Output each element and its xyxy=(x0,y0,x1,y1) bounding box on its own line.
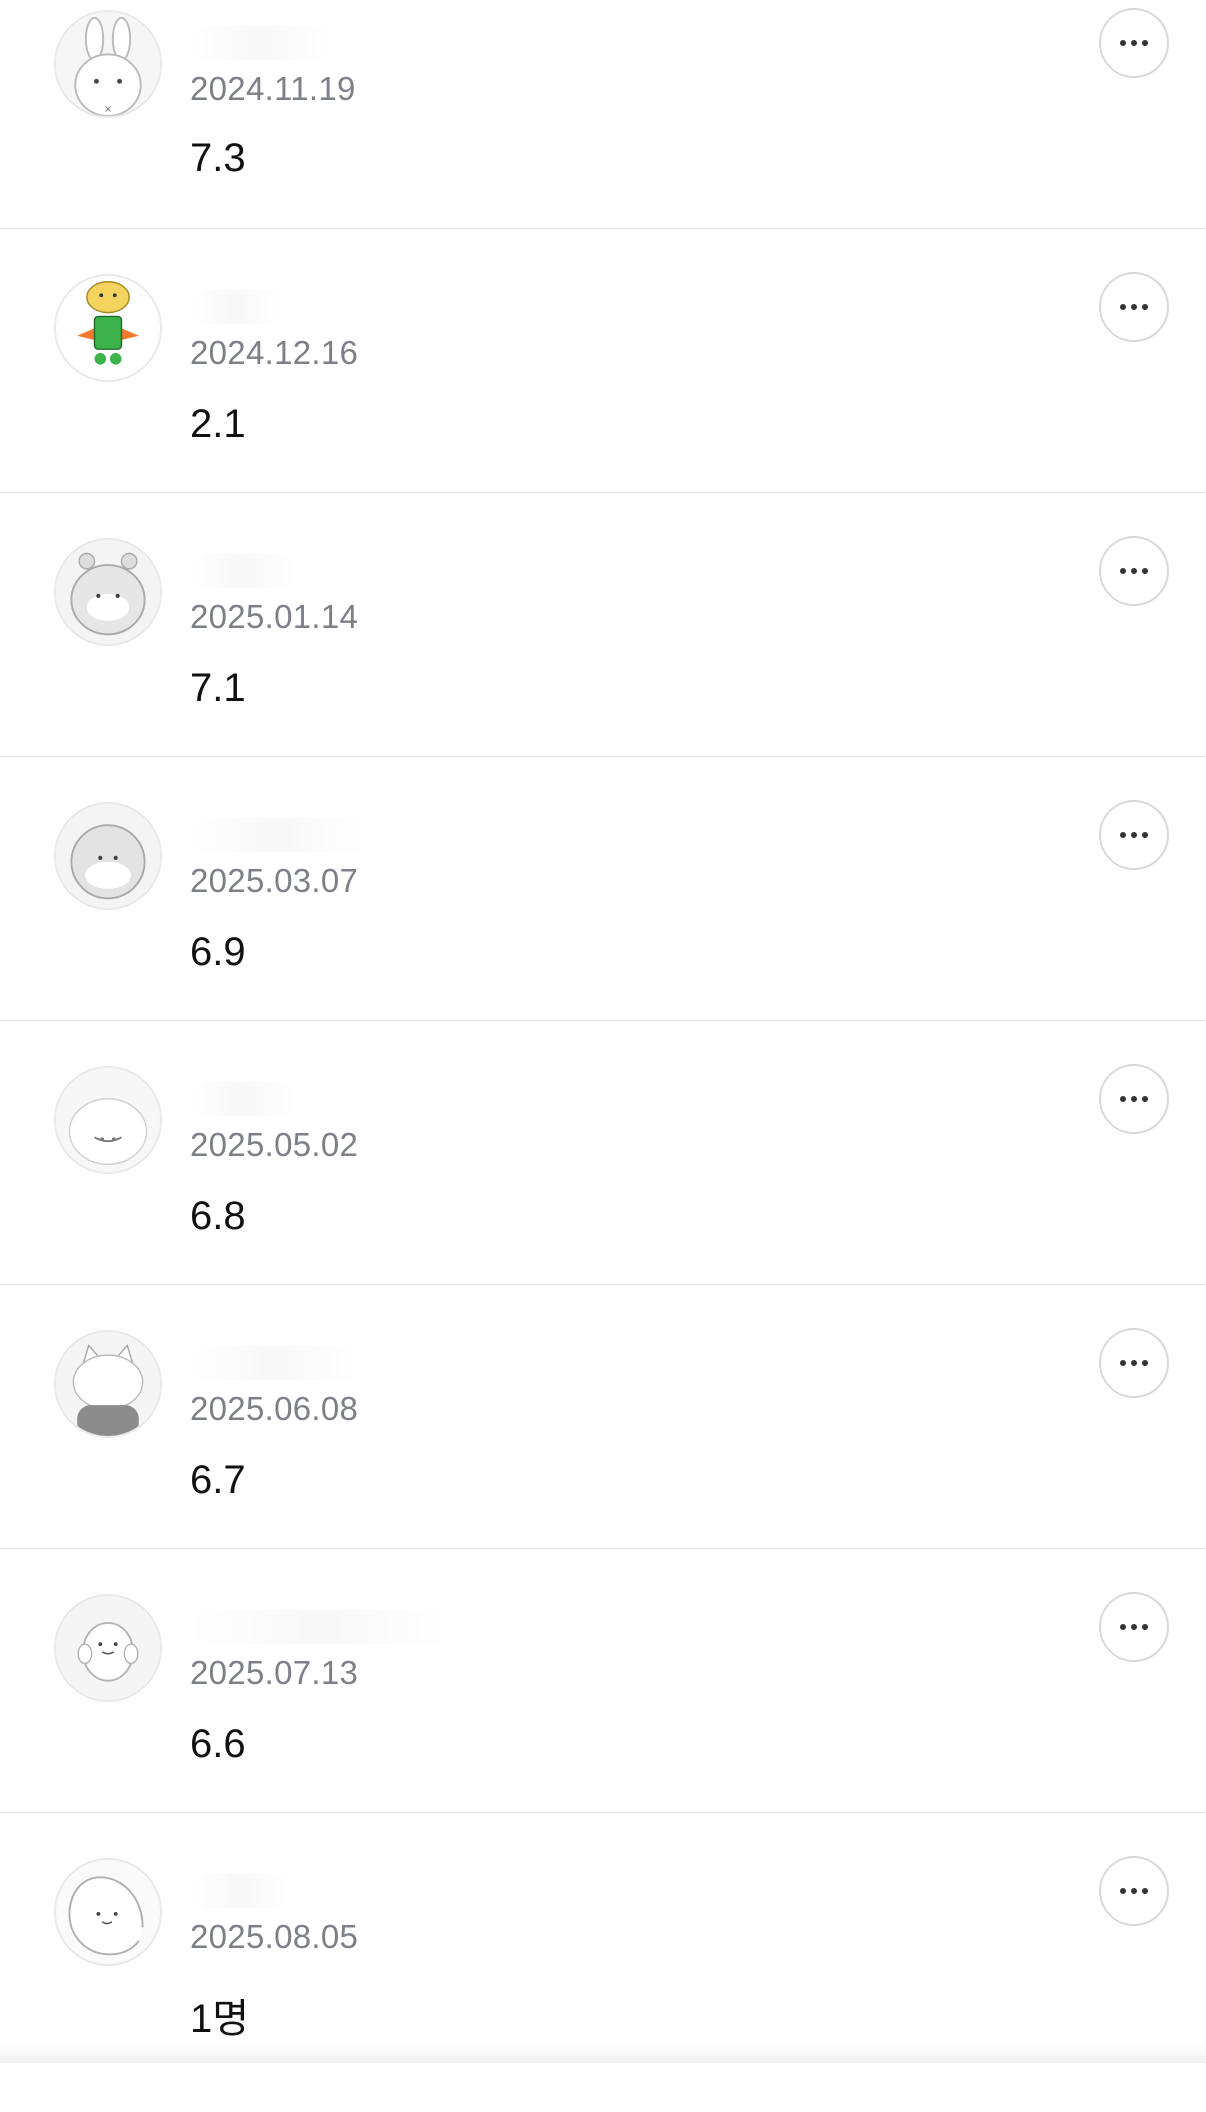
divider xyxy=(0,1812,1206,1813)
list-item: 2024.12.16 2.1 xyxy=(0,264,1206,528)
username-redacted xyxy=(190,1610,560,1644)
avatar[interactable] xyxy=(54,1066,162,1174)
avatar[interactable] xyxy=(54,538,162,646)
more-options-button[interactable] xyxy=(1099,536,1169,606)
username-redacted xyxy=(190,26,390,60)
more-options-button[interactable] xyxy=(1099,272,1169,342)
divider xyxy=(0,1548,1206,1549)
bottom-edge-fade xyxy=(0,2045,1206,2063)
item-value: 6.9 xyxy=(190,930,246,974)
list-item: 2025.01.14 7.1 xyxy=(0,528,1206,792)
username-redacted xyxy=(190,1874,330,1908)
seal-avatar-icon xyxy=(56,1860,160,1964)
list-item: 2025.05.02 6.8 xyxy=(0,1056,1206,1320)
avatar[interactable]: × xyxy=(54,10,162,118)
post-date: 2025.08.05 xyxy=(190,1918,359,1955)
item-value: 7.1 xyxy=(190,666,246,710)
item-value: 6.7 xyxy=(190,1458,246,1502)
item-value: 1명 xyxy=(190,1997,250,2041)
more-options-button[interactable] xyxy=(1099,8,1169,78)
avatar[interactable] xyxy=(54,1330,162,1438)
more-options-button[interactable] xyxy=(1099,800,1169,870)
divider xyxy=(0,1020,1206,1021)
more-dots-icon xyxy=(1120,568,1126,574)
rabbit-avatar-icon: × xyxy=(56,12,160,116)
avatar[interactable] xyxy=(54,1594,162,1702)
divider xyxy=(0,1284,1206,1285)
username-redacted xyxy=(190,818,440,852)
avatar[interactable] xyxy=(54,1858,162,1966)
post-date: 2025.01.14 xyxy=(190,598,359,635)
post-date: 2024.11.19 xyxy=(190,70,356,107)
more-dots-icon xyxy=(1120,304,1126,310)
post-date: 2025.05.02 xyxy=(190,1126,359,1163)
hamster-avatar-icon xyxy=(56,1068,160,1172)
more-options-button[interactable] xyxy=(1099,1328,1169,1398)
divider xyxy=(0,756,1206,757)
more-options-button[interactable] xyxy=(1099,1592,1169,1662)
list-item: × 2024.11.19 7.3 xyxy=(0,0,1206,264)
svg-text:×: × xyxy=(104,104,112,115)
more-dots-icon xyxy=(1120,832,1126,838)
list-item: 2025.03.07 6.9 xyxy=(0,792,1206,1056)
more-options-button[interactable] xyxy=(1099,1064,1169,1134)
username-redacted xyxy=(190,1082,340,1116)
cat-avatar-icon xyxy=(56,1332,160,1436)
avatar[interactable] xyxy=(54,274,162,382)
divider xyxy=(0,228,1206,229)
list-item: 2025.06.08 6.7 xyxy=(0,1320,1206,1584)
hamster-avatar-icon xyxy=(56,804,160,908)
username-redacted xyxy=(190,290,320,324)
more-dots-icon xyxy=(1120,1888,1126,1894)
character-avatar-icon xyxy=(56,276,160,380)
item-value: 6.8 xyxy=(190,1194,246,1238)
item-value: 6.6 xyxy=(190,1722,246,1766)
item-value: 7.3 xyxy=(190,136,246,180)
post-date: 2025.07.13 xyxy=(190,1654,359,1691)
more-dots-icon xyxy=(1120,40,1126,46)
comment-feed: × 2024.11.19 7.3 2024.12.16 2.1 2025.01.… xyxy=(0,0,1206,2063)
post-date: 2024.12.16 xyxy=(190,334,359,371)
list-item: 2025.07.13 6.6 xyxy=(0,1584,1206,1848)
bear-avatar-icon xyxy=(56,1596,160,1700)
list-item: 2025.08.05 1명 xyxy=(0,1848,1206,2112)
more-dots-icon xyxy=(1120,1624,1126,1630)
hamster-avatar-icon xyxy=(56,540,160,644)
item-value: 2.1 xyxy=(190,402,246,446)
avatar[interactable] xyxy=(54,802,162,910)
post-date: 2025.06.08 xyxy=(190,1390,359,1427)
divider xyxy=(0,492,1206,493)
username-redacted xyxy=(190,1346,430,1380)
more-options-button[interactable] xyxy=(1099,1856,1169,1926)
more-dots-icon xyxy=(1120,1096,1126,1102)
post-date: 2025.03.07 xyxy=(190,862,359,899)
more-dots-icon xyxy=(1120,1360,1126,1366)
username-redacted xyxy=(190,554,340,588)
